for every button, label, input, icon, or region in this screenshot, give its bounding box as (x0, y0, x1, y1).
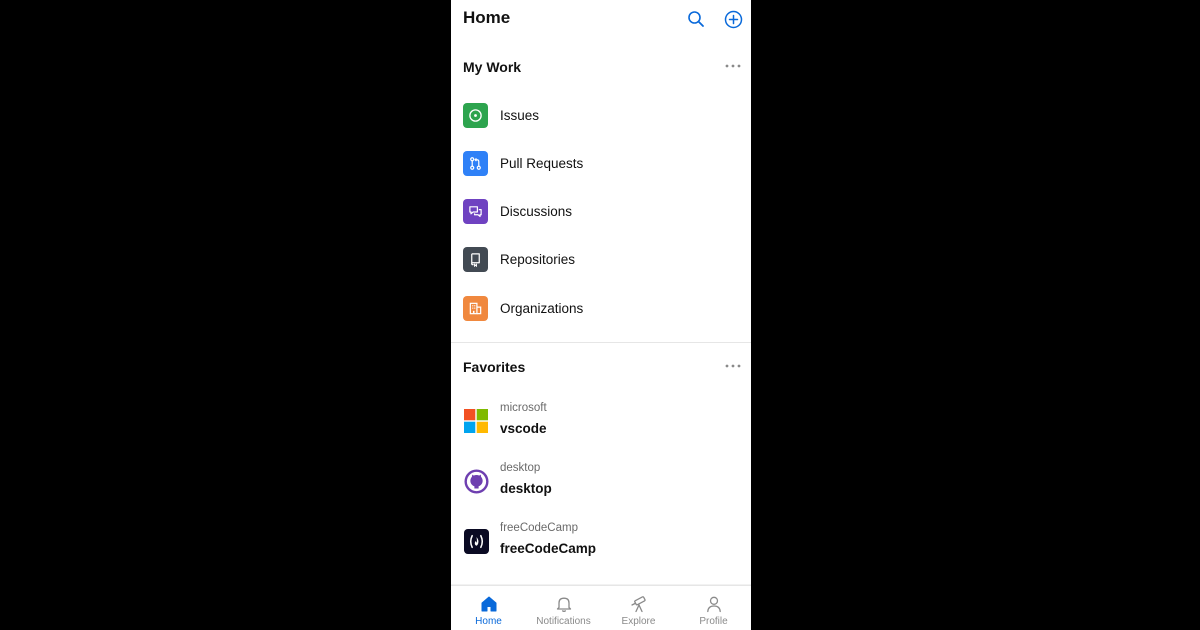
my-work-item-issues[interactable]: Issues (463, 97, 743, 133)
my-work-more-button[interactable] (723, 59, 743, 73)
my-work-item-discussions[interactable]: Discussions (463, 193, 743, 229)
favorite-repo-name: freeCodeCamp (500, 541, 597, 556)
tab-label: Home (475, 616, 502, 627)
section-title: My Work (463, 59, 522, 75)
home-icon (479, 594, 499, 614)
kebab-horizontal-icon (725, 364, 741, 368)
my-work-item-label: Pull Requests (500, 155, 584, 171)
organization-icon (463, 295, 488, 321)
favorite-owner: freeCodeCamp (500, 522, 578, 534)
favorite-owner: desktop (500, 462, 541, 474)
issue-opened-icon (463, 102, 488, 128)
tab-profile[interactable]: Profile (676, 594, 751, 630)
tab-label: Profile (699, 616, 728, 627)
search-icon (688, 11, 704, 27)
favorite-repo-name: vscode (500, 421, 547, 436)
search-button[interactable] (685, 8, 707, 30)
bell-icon (554, 594, 574, 614)
my-work-item-label: Discussions (500, 203, 573, 219)
my-work-item-organizations[interactable]: Organizations (463, 290, 743, 326)
favorite-repo-freecodecamp[interactable]: freeCodeCamp freeCodeCamp (463, 520, 743, 564)
favorite-owner: microsoft (500, 402, 547, 414)
freecodecamp-logo-icon (463, 528, 489, 554)
section-title: Favorites (463, 359, 526, 375)
favorites-header: Favorites (463, 359, 743, 379)
my-work-item-label: Repositories (500, 251, 576, 267)
tab-label: Explore (621, 616, 656, 627)
page-title: Home (463, 8, 511, 27)
my-work-item-label: Organizations (500, 300, 584, 316)
favorites-more-button[interactable] (723, 359, 743, 373)
bottom-tab-bar: Home Notifications Explore Profile (451, 585, 751, 630)
person-icon (704, 594, 724, 614)
telescope-icon (629, 594, 649, 614)
app-header: Home (451, 0, 751, 40)
tab-explore[interactable]: Explore (601, 594, 676, 630)
favorite-repo-desktop[interactable]: desktop desktop (463, 460, 743, 504)
github-octocat-icon (463, 468, 489, 494)
section-divider (451, 342, 751, 343)
microsoft-logo-icon (463, 408, 489, 434)
my-work-item-label: Issues (500, 107, 540, 123)
create-button[interactable] (722, 8, 744, 30)
tab-home[interactable]: Home (451, 594, 526, 630)
my-work-item-pull-requests[interactable]: Pull Requests (463, 145, 743, 181)
favorite-repo-name: desktop (500, 481, 552, 496)
tab-label: Notifications (536, 616, 591, 627)
phone-screen: Home My Work Issues Pull Requests Discus… (451, 0, 751, 630)
repo-icon (463, 246, 488, 272)
plus-circle-icon (724, 10, 742, 28)
kebab-horizontal-icon (725, 64, 741, 68)
my-work-item-repositories[interactable]: Repositories (463, 241, 743, 277)
comment-discussion-icon (463, 198, 488, 224)
tab-notifications[interactable]: Notifications (526, 594, 601, 630)
my-work-header: My Work (463, 59, 743, 79)
favorite-repo-vscode[interactable]: microsoft vscode (463, 400, 743, 444)
git-pull-request-icon (463, 150, 488, 176)
